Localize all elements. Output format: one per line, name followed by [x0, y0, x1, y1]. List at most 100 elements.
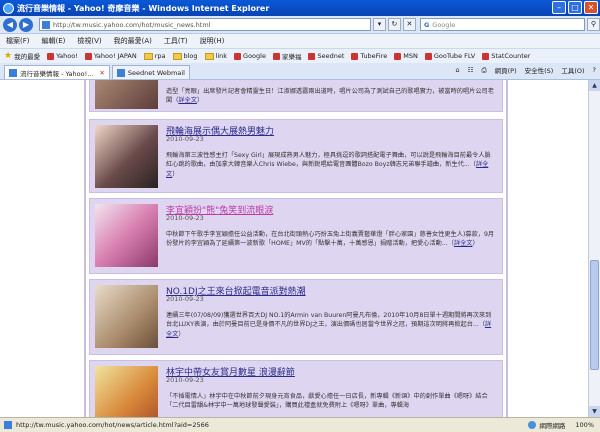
seednet-icon: [308, 52, 316, 60]
google-icon: [234, 52, 242, 60]
news-snippet: 「不插電情人」林宇中在中秋節前夕現身元宵食品，獻愛心擔任一日店長，新專輯《新頌》…: [166, 393, 488, 410]
tab-label: 流行音樂情報 - Yahoo!...: [20, 69, 94, 78]
tab-seednet-webmail[interactable]: Seednet Webmail: [111, 65, 190, 79]
news-date: 2010-09-23: [166, 214, 204, 222]
status-url: http://tw.music.yahoo.com/hot/news/artic…: [16, 421, 209, 429]
news-thumbnail[interactable]: [95, 80, 158, 109]
news-item: 造型「亮眼」出席發片記者會精靈生日！江淑娜透露兩出道時，唱片公司為了測試自己的歌…: [89, 80, 503, 112]
news-snippet: 中秋節下午歌手李宜穎擔任公益活動，在台北街頭熱心巧扮玉兔上街義賣藝華燈「胖心家園…: [166, 231, 495, 248]
news-snippet: 連續三年(07/08/09)獲選世界百大DJ NO.1的Armin van Bu…: [166, 312, 492, 338]
favorites-button[interactable]: ★ 我的最愛: [4, 51, 40, 61]
menu-file[interactable]: 檔案(F): [6, 36, 30, 46]
dropdown-button[interactable]: ▾: [372, 18, 386, 31]
security-zone[interactable]: 網際網路: [528, 420, 565, 430]
yahoo-icon: [47, 52, 55, 60]
menu-edit[interactable]: 編輯(E): [42, 36, 66, 46]
fav-item-yahoo-japan[interactable]: Yahoo! JAPAN: [84, 52, 137, 60]
fav-item-seednet[interactable]: Seednet: [308, 52, 344, 60]
feeds-icon[interactable]: ☷: [468, 66, 474, 74]
folder-icon: [172, 52, 182, 60]
menu-tools[interactable]: 工具(T): [164, 36, 188, 46]
news-snippet: 飛輪海第三波性感主打「Sexy Girl」展現成熟男人魅力，極具挑逗的歌詞搭配電…: [166, 152, 491, 178]
window-title: 流行音樂情報 - Yahoo! 奇摩音樂 - Windows Internet …: [17, 3, 270, 13]
news-item: 林宇中帶女友賞月數星 浪漫辭節 2010-09-23 「不插電情人」林宇中在中秋…: [89, 360, 503, 417]
news-thumbnail[interactable]: [95, 366, 158, 417]
search-input[interactable]: G Google: [419, 18, 585, 31]
fav-item-carrefour[interactable]: 家樂福: [272, 51, 301, 61]
tab-label: Seednet Webmail: [127, 68, 185, 77]
tab-music-news[interactable]: 流行音樂情報 - Yahoo!... ✕: [4, 65, 110, 79]
fav-item-yahoo[interactable]: Yahoo!: [47, 52, 78, 60]
fav-item-gootube[interactable]: GooTube FLV: [424, 52, 475, 60]
ie-logo-icon: [3, 2, 14, 14]
fav-item-tubefire[interactable]: TubeFire: [351, 52, 387, 60]
fav-folder-blog[interactable]: blog: [172, 52, 198, 60]
news-thumbnail[interactable]: [95, 285, 158, 348]
star-icon: ★: [4, 51, 13, 61]
read-more-link[interactable]: 詳全文: [178, 97, 197, 104]
home-icon[interactable]: ⌂: [455, 66, 459, 74]
fav-item-statcounter[interactable]: StatCounter: [482, 52, 530, 60]
news-date: 2010-09-23: [166, 295, 204, 303]
scroll-down-icon[interactable]: ▼: [589, 406, 600, 417]
fav-folder-rpa[interactable]: rpa: [143, 52, 166, 60]
help-icon[interactable]: ?: [593, 66, 596, 74]
news-thumbnail[interactable]: [95, 125, 158, 188]
statcounter-icon: [482, 52, 490, 60]
back-button[interactable]: ◀: [3, 17, 17, 32]
tubefire-icon: [351, 52, 359, 60]
forward-button[interactable]: ▶: [19, 17, 33, 32]
stop-button[interactable]: ✕: [402, 18, 416, 31]
fav-item-google[interactable]: Google: [234, 52, 266, 60]
address-url: http://tw.music.yahoo.com/hot/music_news…: [53, 20, 211, 29]
carrefour-icon: [272, 52, 280, 60]
google-icon: G: [423, 20, 430, 29]
zone-label: 網際網路: [539, 422, 566, 430]
page-menu[interactable]: 網頁(P): [495, 65, 517, 75]
globe-icon: [528, 421, 537, 429]
menu-view[interactable]: 檢視(V): [77, 36, 101, 46]
page-icon: [42, 20, 50, 29]
menu-favorites[interactable]: 我的最愛(A): [114, 36, 152, 46]
address-toolbar: ◀ ▶ http://tw.music.yahoo.com/hot/music_…: [0, 16, 600, 34]
zoom-level[interactable]: 100%: [575, 421, 594, 429]
vertical-scrollbar[interactable]: ▲ ▼: [588, 80, 600, 417]
tools-menu[interactable]: 工具(O): [561, 65, 584, 75]
favorites-bar: ★ 我的最愛 Yahoo! Yahoo! JAPAN rpa blog link…: [0, 48, 600, 63]
search-button[interactable]: ⚲: [587, 18, 600, 31]
maximize-button[interactable]: □: [568, 1, 582, 14]
menu-help[interactable]: 說明(H): [200, 36, 225, 46]
refresh-button[interactable]: ↻: [387, 18, 401, 31]
minimize-button[interactable]: –: [552, 1, 566, 14]
yahoo-icon: [84, 52, 92, 60]
page-icon: [9, 68, 17, 77]
fav-folder-link[interactable]: link: [204, 52, 227, 60]
news-date: 2010-09-23: [166, 376, 204, 384]
print-icon[interactable]: ⎙: [481, 66, 486, 75]
read-more-link[interactable]: 詳全文: [454, 240, 473, 247]
fav-item-msn[interactable]: MSN: [394, 52, 418, 60]
close-button[interactable]: ✕: [584, 1, 598, 14]
close-tab-icon[interactable]: ✕: [99, 69, 104, 77]
menu-bar: 檔案(F) 編輯(E) 檢視(V) 我的最愛(A) 工具(T) 說明(H): [0, 34, 600, 48]
tab-bar: 流行音樂情報 - Yahoo!... ✕ Seednet Webmail ⌂ ☷…: [0, 63, 600, 80]
scroll-thumb[interactable]: [590, 260, 599, 370]
folder-icon: [143, 52, 153, 60]
page-viewport: 造型「亮眼」出席發片記者會精靈生日！江淑娜透露兩出道時，唱片公司為了測試自己的歌…: [0, 80, 600, 417]
folder-icon: [204, 52, 214, 60]
safety-menu[interactable]: 安全性(S): [525, 65, 554, 75]
gootube-icon: [424, 52, 432, 60]
news-thumbnail[interactable]: [95, 204, 158, 267]
favorites-label: 我的最愛: [14, 53, 41, 61]
status-bar: http://tw.music.yahoo.com/hot/news/artic…: [0, 417, 600, 432]
address-input[interactable]: http://tw.music.yahoo.com/hot/music_news…: [39, 18, 371, 31]
search-placeholder: Google: [432, 20, 456, 29]
page-icon: [4, 421, 12, 429]
news-item: NO.1DJ之王來台掀起電音派對熱潮 2010-09-23 連續三年(07/08…: [89, 279, 503, 355]
news-date: 2010-09-23: [166, 135, 204, 143]
news-item: 李宜穎扮"熊"兔笑到流眼淚 2010-09-23 中秋節下午歌手李宜穎擔任公益活…: [89, 198, 503, 274]
msn-icon: [394, 52, 402, 60]
title-bar: 流行音樂情報 - Yahoo! 奇摩音樂 - Windows Internet …: [0, 0, 600, 16]
news-item: 飛輪海展示偶大展熱男魅力 2010-09-23 飛輪海第三波性感主打「Sexy …: [89, 119, 503, 193]
scroll-up-icon[interactable]: ▲: [589, 80, 600, 91]
